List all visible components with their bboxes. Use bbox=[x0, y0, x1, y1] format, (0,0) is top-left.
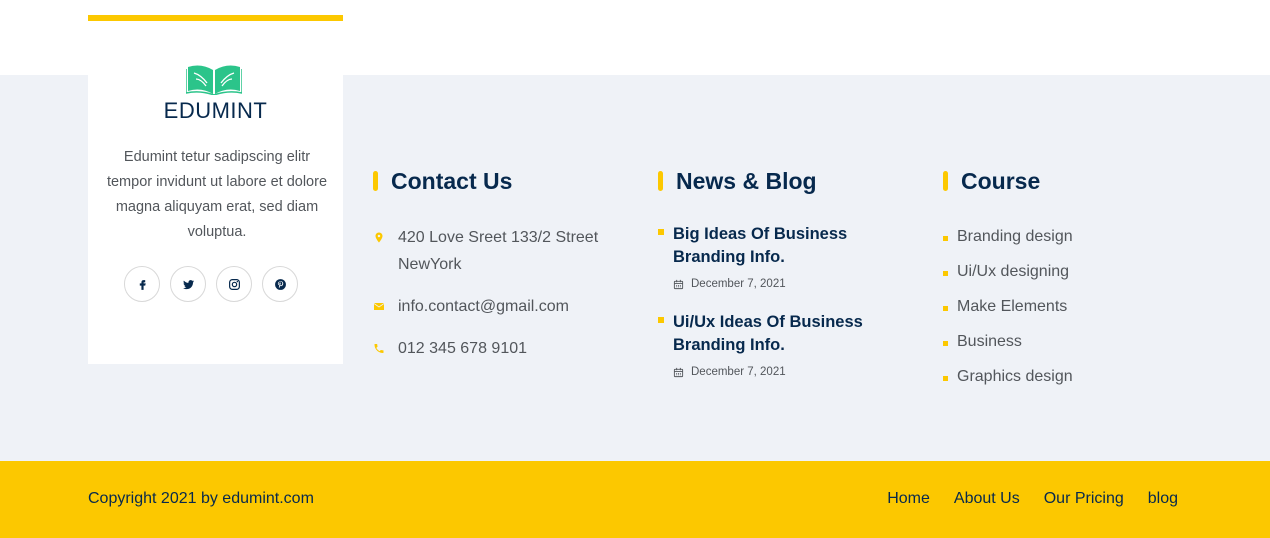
course-title-text: Course bbox=[961, 167, 1041, 194]
book-logo-icon bbox=[186, 65, 242, 95]
bullet bbox=[943, 376, 948, 381]
contact-column: Contact Us 420 Love Sreet 133/2 Street N… bbox=[373, 168, 633, 357]
twitter-button[interactable] bbox=[170, 266, 206, 302]
calendar-icon bbox=[673, 279, 684, 289]
nav-home[interactable]: Home bbox=[887, 490, 930, 508]
contact-title: Contact Us bbox=[373, 168, 633, 194]
bullet bbox=[943, 271, 948, 276]
course-link[interactable]: Ui/Ux designing bbox=[943, 263, 1069, 281]
course-link[interactable]: Branding design bbox=[943, 228, 1073, 246]
course-column: Course Branding design Ui/Ux designing M… bbox=[943, 168, 1163, 385]
course-link[interactable]: Make Elements bbox=[943, 298, 1067, 316]
contact-title-text: Contact Us bbox=[391, 167, 513, 194]
copyright-text: Copyright 2021 by edumint.com bbox=[88, 490, 314, 507]
address-line-1: 420 Love Sreet 133/2 Street bbox=[398, 229, 599, 246]
pinterest-icon bbox=[274, 278, 286, 290]
envelope-icon bbox=[373, 303, 385, 310]
news-title: News & Blog bbox=[658, 168, 918, 194]
address-line-2: NewYork bbox=[398, 256, 462, 273]
phone-text[interactable]: 012 345 678 9101 bbox=[398, 335, 527, 362]
news-date: December 7, 2021 bbox=[673, 278, 786, 290]
title-accent bbox=[373, 171, 378, 191]
map-pin-icon bbox=[375, 232, 383, 243]
facebook-button[interactable] bbox=[124, 266, 160, 302]
news-date: December 7, 2021 bbox=[673, 366, 786, 378]
news-title-link[interactable]: Ui/Ux Ideas Of Business Branding Info. bbox=[673, 311, 898, 357]
news-title-link[interactable]: Big Ideas Of Business Branding Info. bbox=[673, 223, 898, 269]
nav-pricing[interactable]: Our Pricing bbox=[1044, 490, 1124, 508]
course-link[interactable]: Business bbox=[943, 333, 1022, 351]
email-text[interactable]: info.contact@gmail.com bbox=[398, 293, 569, 320]
contact-email[interactable]: info.contact@gmail.com bbox=[373, 293, 569, 320]
twitter-icon bbox=[182, 279, 194, 289]
phone-icon bbox=[374, 344, 384, 353]
brand-name[interactable]: EDUMINT bbox=[88, 98, 343, 124]
contact-address: 420 Love Sreet 133/2 Street NewYork bbox=[373, 224, 598, 278]
nav-blog[interactable]: blog bbox=[1148, 490, 1178, 508]
course-link[interactable]: Graphics design bbox=[943, 368, 1073, 386]
pinterest-button[interactable] bbox=[262, 266, 298, 302]
bullet bbox=[658, 317, 664, 323]
brand-description: Edumint tetur sadipscing elitr tempor in… bbox=[106, 149, 328, 240]
course-title: Course bbox=[943, 168, 1163, 194]
instagram-icon bbox=[228, 278, 240, 290]
title-accent bbox=[943, 171, 948, 191]
bullet bbox=[943, 236, 948, 241]
footer-nav: Home About Us Our Pricing blog bbox=[887, 490, 1178, 508]
bullet bbox=[658, 229, 664, 235]
contact-phone[interactable]: 012 345 678 9101 bbox=[373, 335, 527, 362]
about-card: EDUMINT Edumint tetur sadipscing elitr t… bbox=[88, 15, 343, 364]
accent-bar bbox=[88, 15, 343, 21]
nav-about[interactable]: About Us bbox=[954, 490, 1020, 508]
bullet bbox=[943, 306, 948, 311]
facebook-icon bbox=[139, 279, 146, 290]
news-title-text: News & Blog bbox=[676, 167, 817, 194]
news-column: News & Blog Big Ideas Of Business Brandi… bbox=[658, 168, 918, 378]
calendar-icon bbox=[673, 367, 684, 377]
social-links bbox=[124, 266, 298, 302]
bullet bbox=[943, 341, 948, 346]
instagram-button[interactable] bbox=[216, 266, 252, 302]
copyright-bar: Copyright 2021 by edumint.com Home About… bbox=[0, 461, 1270, 538]
title-accent bbox=[658, 171, 663, 191]
